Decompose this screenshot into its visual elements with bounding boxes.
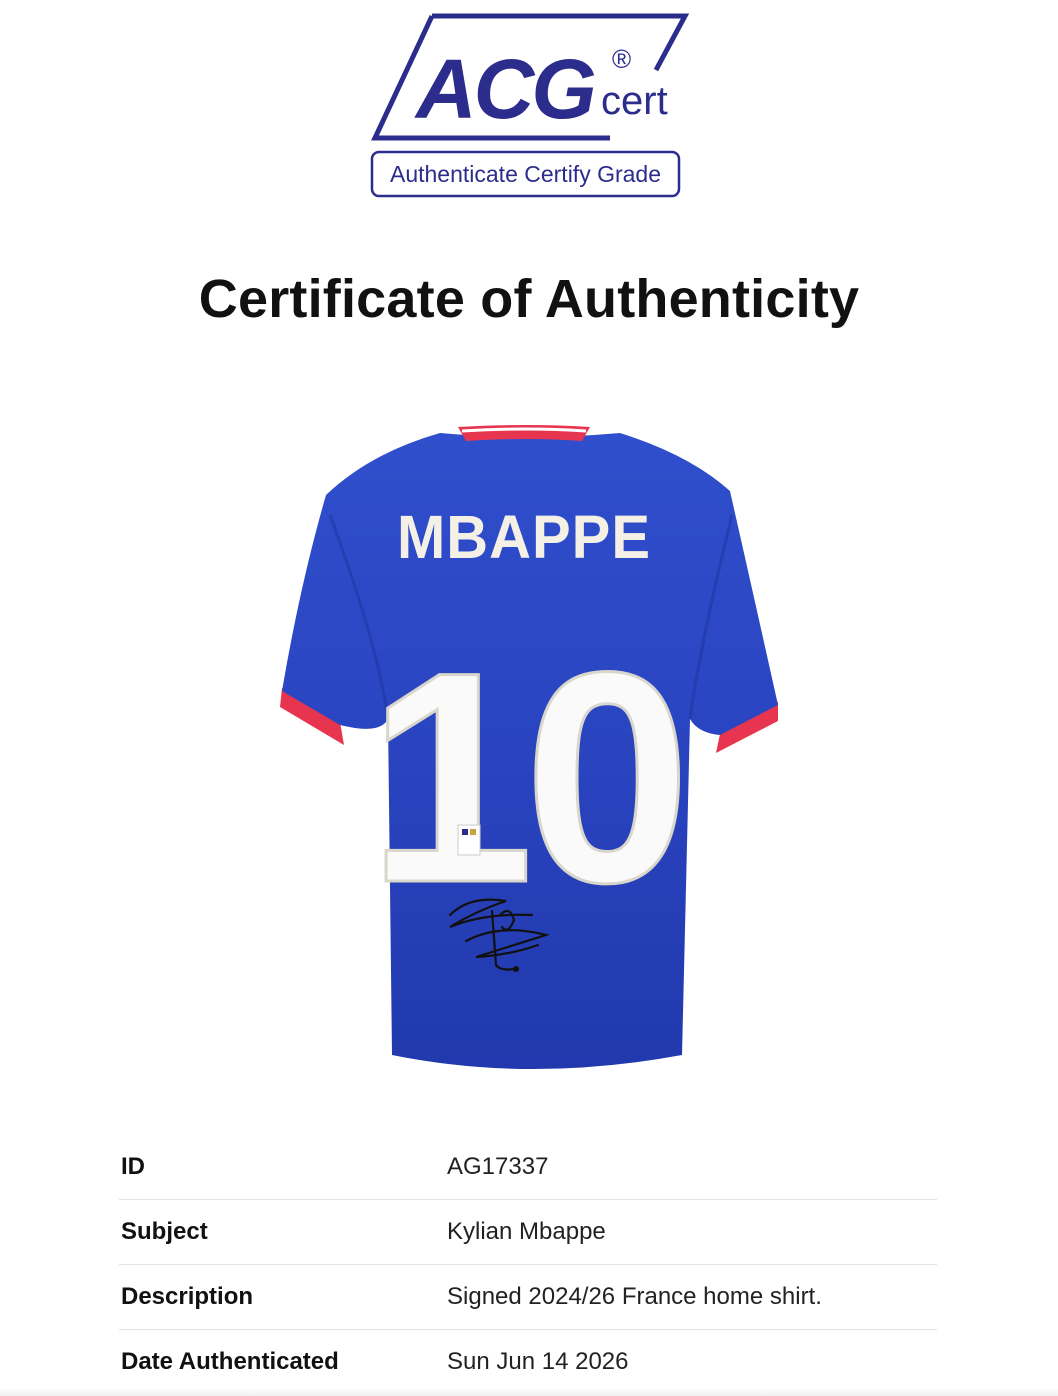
logo-brand: ACG: [414, 42, 594, 136]
details-row-subject: Subject Kylian Mbappe: [119, 1200, 937, 1265]
details-row-id: ID AG17337: [119, 1135, 937, 1200]
signed-shirt-image: MBAPPE 10: [270, 415, 790, 1085]
details-label: Date Authenticated: [121, 1348, 339, 1375]
acg-cert-logo: ACG ® cert Authenticate Certify Grade: [360, 10, 700, 205]
details-row-description: Description Signed 2024/26 France home s…: [119, 1265, 937, 1330]
logo-registered-mark: ®: [612, 44, 631, 74]
details-label: ID: [121, 1153, 145, 1180]
details-label: Description: [121, 1283, 254, 1310]
certificate-details-table: ID AG17337 Subject Kylian Mbappe Descrip…: [119, 1135, 937, 1394]
details-value: AG17337: [447, 1153, 549, 1180]
details-value: Sun Jun 14 2026: [447, 1348, 629, 1375]
certificate-title: Certificate of Authenticity: [198, 269, 860, 329]
logo-tagline: Authenticate Certify Grade: [390, 161, 661, 187]
shirt-player-name: MBAPPE: [397, 502, 651, 571]
details-row-date-authenticated: Date Authenticated Sun Jun 14 2026: [119, 1330, 937, 1394]
logo-suffix: cert: [601, 79, 668, 123]
details-value: Signed 2024/26 France home shirt.: [447, 1283, 822, 1310]
shirt-number: 10: [367, 609, 681, 945]
details-value: Kylian Mbappe: [447, 1218, 606, 1245]
details-label: Subject: [121, 1218, 208, 1245]
page-bottom-shadow: [0, 1388, 1058, 1396]
